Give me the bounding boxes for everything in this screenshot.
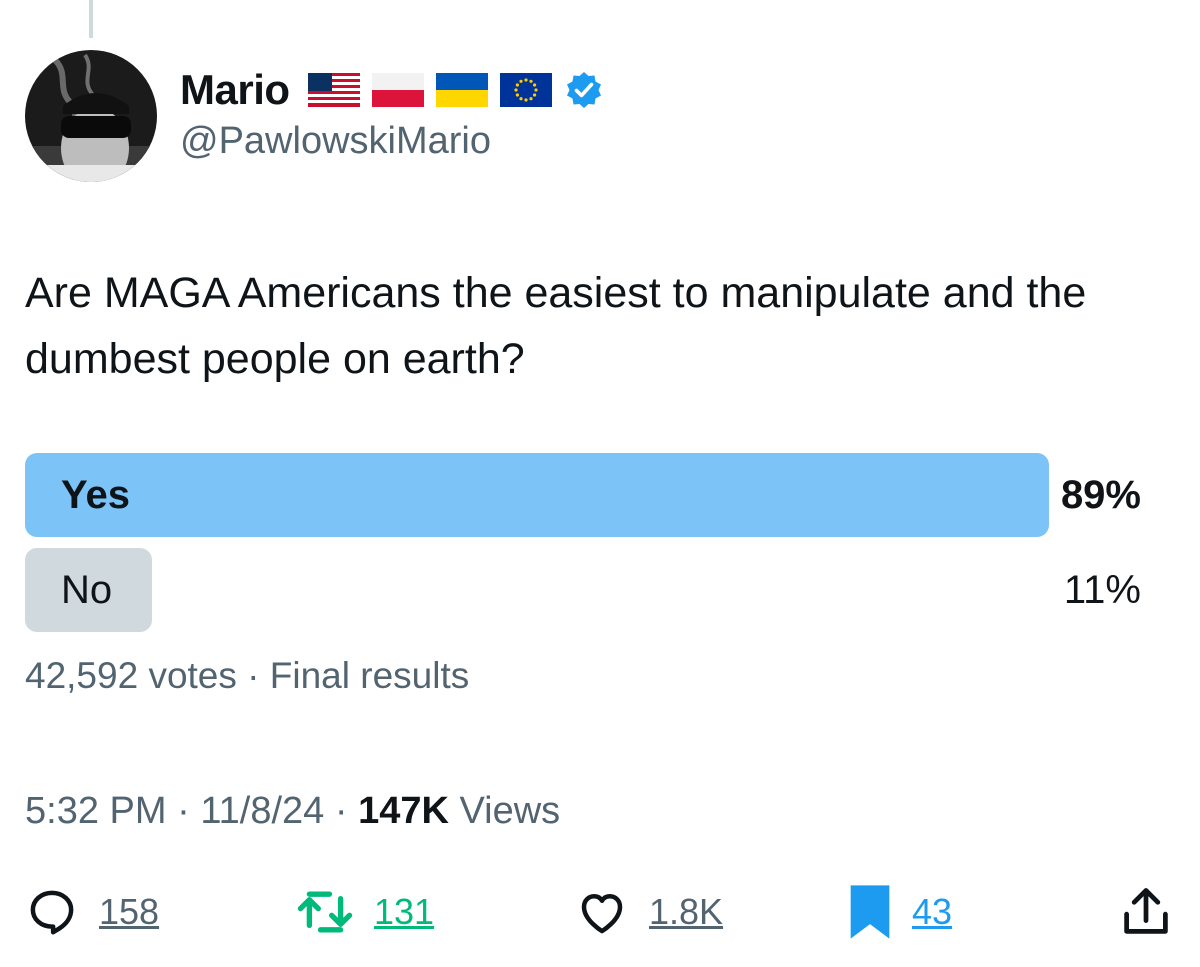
reply-count[interactable]: 158 — [99, 891, 159, 933]
poll-option-yes: Yes 89% — [25, 453, 1145, 537]
poll-option-label: Yes — [61, 473, 130, 517]
retweet-button[interactable]: 131 — [296, 880, 434, 944]
tweet-date[interactable]: 11/8/24 — [200, 790, 324, 832]
flag-eu-icon — [499, 73, 552, 107]
poll-option-percent: 11% — [1063, 568, 1141, 612]
like-count[interactable]: 1.8K — [649, 891, 723, 933]
share-button[interactable] — [1120, 880, 1172, 944]
poll-status: Final results — [269, 655, 470, 696]
separator-dot: · — [177, 790, 190, 832]
retweet-icon — [297, 891, 353, 933]
poll-option-percent: 89% — [1060, 473, 1141, 517]
thread-connector-line — [89, 0, 93, 38]
reply-icon — [30, 890, 74, 935]
author-display-name[interactable]: Mario — [180, 66, 290, 114]
bookmark-icon — [850, 885, 890, 939]
flag-poland-icon — [371, 73, 424, 107]
views-label: Views — [459, 790, 561, 832]
poll-votes: 42,592 votes — [25, 655, 237, 696]
poll-meta: 42,592 votes · Final results — [25, 655, 469, 697]
author-handle[interactable]: @PawlowskiMario — [180, 120, 491, 163]
verified-badge-icon — [566, 72, 601, 108]
bookmark-count[interactable]: 43 — [912, 891, 952, 933]
avatar[interactable] — [25, 50, 157, 182]
flag-usa-icon — [307, 73, 360, 107]
tweet-time[interactable]: 5:32 PM — [25, 790, 167, 832]
tweet-text: Are MAGA Americans the easiest to manipu… — [25, 269, 1087, 383]
heart-icon — [581, 894, 623, 934]
separator-dot: · — [247, 655, 260, 696]
views-count: 147K — [358, 790, 449, 832]
poll-option-label: No — [61, 568, 113, 612]
separator-dot: · — [334, 790, 348, 832]
poll-bar-yes — [25, 453, 1049, 537]
share-icon — [1124, 888, 1168, 934]
bookmark-button[interactable]: 43 — [848, 880, 952, 944]
tweet-timestamp-row: 5:32 PM · 11/8/24 · 147K Views — [25, 790, 560, 833]
poll-option-no: No 11% — [25, 548, 1145, 632]
like-button[interactable]: 1.8K — [575, 880, 723, 944]
author-name-row: Mario — [180, 62, 604, 118]
retweet-count[interactable]: 131 — [374, 891, 434, 933]
flag-ukraine-icon — [435, 73, 488, 107]
reply-button[interactable]: 158 — [25, 880, 159, 944]
